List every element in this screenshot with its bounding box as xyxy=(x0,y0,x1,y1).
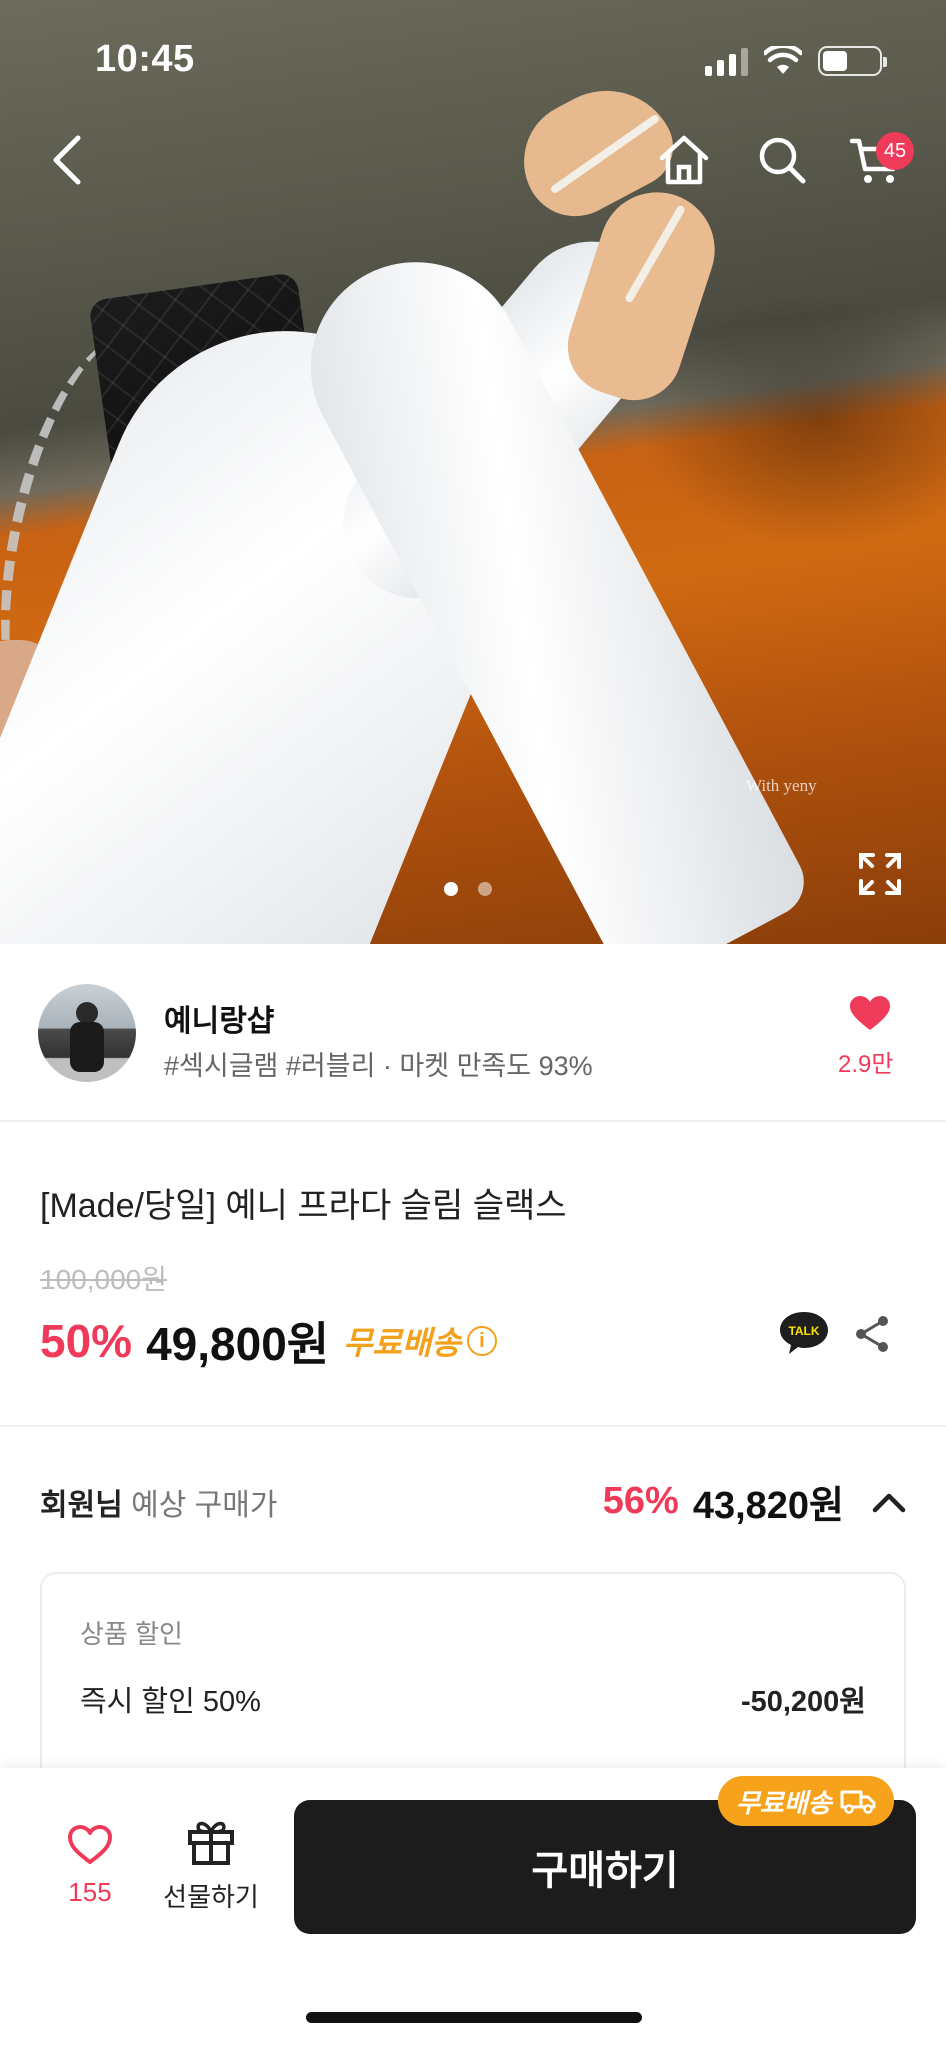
member-label-text: 예상 구매가 xyxy=(122,1489,278,1522)
kakao-talk-icon[interactable]: TALK xyxy=(778,1310,830,1356)
wishlist-count: 155 xyxy=(68,1877,112,1907)
discount-rate: 50% xyxy=(40,1315,133,1367)
gift-button[interactable]: 선물하기 xyxy=(156,1818,266,1914)
page-dot xyxy=(478,882,492,896)
gift-icon xyxy=(188,1821,234,1865)
svg-text:TALK: TALK xyxy=(788,1324,819,1338)
original-price: 100,000원 xyxy=(40,1264,167,1295)
member-price-toggle[interactable]: 56% 43,820원 xyxy=(603,1474,906,1529)
sale-price: 49,800원 xyxy=(146,1318,330,1370)
breakdown-row-value: -50,200원 xyxy=(740,1686,866,1718)
expand-icon[interactable] xyxy=(858,852,902,896)
truck-icon xyxy=(840,1790,876,1814)
signal-icon xyxy=(705,46,748,76)
image-pagination xyxy=(444,882,492,896)
cart-count-badge: 45 xyxy=(876,132,914,170)
ship-badge-label: 무료배송 xyxy=(736,1787,832,1818)
heart-outline-icon xyxy=(68,1825,112,1864)
bottom-action-bar: 155 선물하기 구매하기 무료배송 xyxy=(0,1768,946,2047)
battery-icon xyxy=(818,46,887,76)
home-indicator xyxy=(306,2012,642,2023)
free-shipping-label: 무료배송 xyxy=(343,1325,461,1361)
gift-label: 선물하기 xyxy=(163,1882,259,1912)
wishlist-button[interactable]: 155 xyxy=(60,1824,120,1908)
member-discount-rate: 56% xyxy=(602,1480,679,1522)
chevron-up-icon[interactable] xyxy=(872,1491,906,1513)
status-icons xyxy=(705,46,887,76)
image-watermark: With yeny xyxy=(746,776,817,795)
info-icon[interactable]: i xyxy=(466,1326,497,1356)
back-button[interactable] xyxy=(38,130,98,190)
member-expected-price: 43,820원 xyxy=(692,1485,844,1527)
search-button[interactable] xyxy=(752,130,812,190)
status-time: 10:45 xyxy=(95,38,195,80)
seller-tags: #섹시글램 #러블리 · 마켓 만족도 93% xyxy=(164,1051,593,1081)
member-price-label: 회원님 예상 구매가 xyxy=(40,1480,277,1524)
back-icon xyxy=(53,135,81,185)
seller-name[interactable]: 예니랑샵 xyxy=(164,996,274,1040)
breakdown-header: 상품 할인 xyxy=(80,1619,183,1649)
home-button[interactable] xyxy=(654,130,714,190)
store-like-count: 2.9만 xyxy=(838,1051,894,1078)
product-title: [Made/당일] 예니 프라다 슬림 슬랙스 xyxy=(40,1187,567,1225)
free-shipping-badge: 무료배송 xyxy=(718,1776,894,1826)
heart-icon[interactable] xyxy=(850,996,890,1032)
seller-avatar[interactable] xyxy=(38,984,136,1082)
home-icon xyxy=(659,135,709,185)
search-icon xyxy=(759,137,806,184)
page-dot xyxy=(444,882,458,896)
share-icon[interactable] xyxy=(852,1314,892,1354)
wifi-icon xyxy=(764,46,802,74)
section-divider xyxy=(0,1425,946,1427)
breakdown-row-label: 즉시 할인 50% xyxy=(80,1686,261,1718)
seller-row[interactable]: 예니랑샵 #섹시글램 #러블리 · 마켓 만족도 93% 2.9만 xyxy=(0,944,946,1122)
member-label-bold: 회원님 xyxy=(40,1489,123,1522)
price-row: 50% 49,800원 무료배송 i xyxy=(40,1308,497,1374)
